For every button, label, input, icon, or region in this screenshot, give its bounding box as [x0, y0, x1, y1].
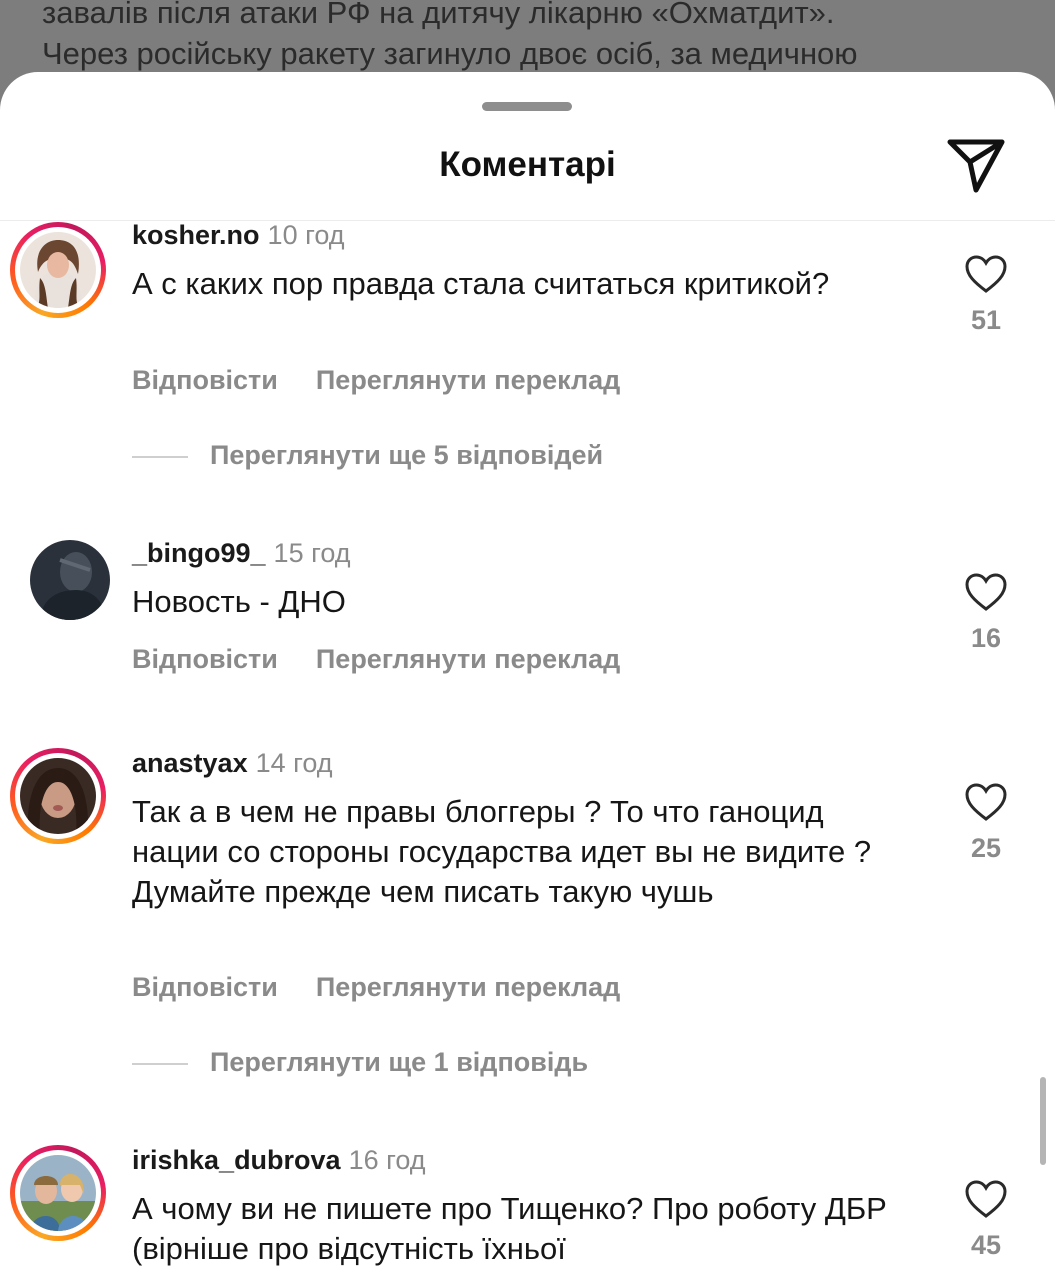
scrollbar[interactable] — [1040, 1077, 1046, 1165]
like-button[interactable]: 51 — [958, 254, 1014, 336]
comments-sheet: Коментарі kosher.no 10 год А с каких пор… — [0, 72, 1055, 1280]
comment-actions: Відповісти Переглянути переклад — [132, 365, 620, 396]
like-count: 51 — [970, 305, 1002, 335]
reply-button[interactable]: Відповісти — [132, 972, 278, 1002]
comment-time: 10 год — [267, 220, 345, 250]
replies-divider — [132, 455, 188, 458]
comment-actions: Відповісти Переглянути переклад — [132, 644, 620, 675]
view-more-replies-button[interactable]: Переглянути ще 1 відповідь — [132, 1047, 588, 1078]
sheet-title: Коментарі — [439, 145, 616, 184]
heart-icon — [965, 255, 1007, 293]
comment-time: 16 год — [348, 1145, 426, 1175]
avatar[interactable] — [10, 222, 106, 318]
view-translation-button[interactable]: Переглянути переклад — [316, 644, 620, 674]
reply-button[interactable]: Відповісти — [132, 365, 278, 395]
view-more-replies-label: Переглянути ще 5 відповідей — [210, 440, 604, 470]
avatar[interactable] — [10, 1145, 106, 1241]
comment-username[interactable]: anastyax — [132, 748, 248, 778]
background-post-line: завалів після атаки РФ на дитячу лікарню… — [42, 0, 835, 30]
view-translation-button[interactable]: Переглянути переклад — [316, 972, 620, 1002]
comment-username[interactable]: irishka_dubrova — [132, 1145, 341, 1175]
view-translation-button[interactable]: Переглянути переклад — [316, 365, 620, 395]
comment-text: А с каких пор правда стала считаться кри… — [132, 266, 830, 301]
like-button[interactable]: 45 — [958, 1179, 1014, 1261]
comment-time: 15 год — [273, 538, 351, 568]
comment-time: 14 год — [255, 748, 333, 778]
like-count: 16 — [970, 623, 1002, 653]
like-count: 25 — [970, 833, 1002, 863]
like-button[interactable]: 16 — [958, 572, 1014, 654]
comment-username[interactable]: kosher.no — [132, 220, 260, 250]
heart-icon — [965, 1180, 1007, 1218]
heart-icon — [965, 573, 1007, 611]
view-more-replies-button[interactable]: Переглянути ще 5 відповідей — [132, 440, 603, 471]
replies-divider — [132, 1062, 188, 1065]
comment-text: А чому ви не пишете про Тищенко? Про роб… — [132, 1191, 887, 1266]
reply-button[interactable]: Відповісти — [132, 644, 278, 674]
comment-text: Новость - ДНО — [132, 584, 346, 619]
like-button[interactable]: 25 — [958, 782, 1014, 864]
background-post-line: Через російську ракету загинуло двоє осі… — [42, 36, 858, 71]
comment-text: Так а в чем не правы блоггеры ? То что г… — [132, 794, 872, 909]
paper-plane-icon[interactable] — [946, 136, 1006, 194]
view-more-replies-label: Переглянути ще 1 відповідь — [210, 1047, 589, 1077]
like-count: 45 — [970, 1230, 1002, 1260]
comment-actions: Відповісти Переглянути переклад — [132, 972, 620, 1003]
heart-icon — [965, 783, 1007, 821]
background-post-text: завалів після атаки РФ на дитячу лікарню… — [42, 0, 1042, 74]
avatar[interactable] — [10, 748, 106, 844]
sheet-grabber[interactable] — [482, 102, 572, 111]
avatar[interactable] — [30, 540, 110, 620]
comment-username[interactable]: _bingo99_ — [132, 538, 266, 568]
